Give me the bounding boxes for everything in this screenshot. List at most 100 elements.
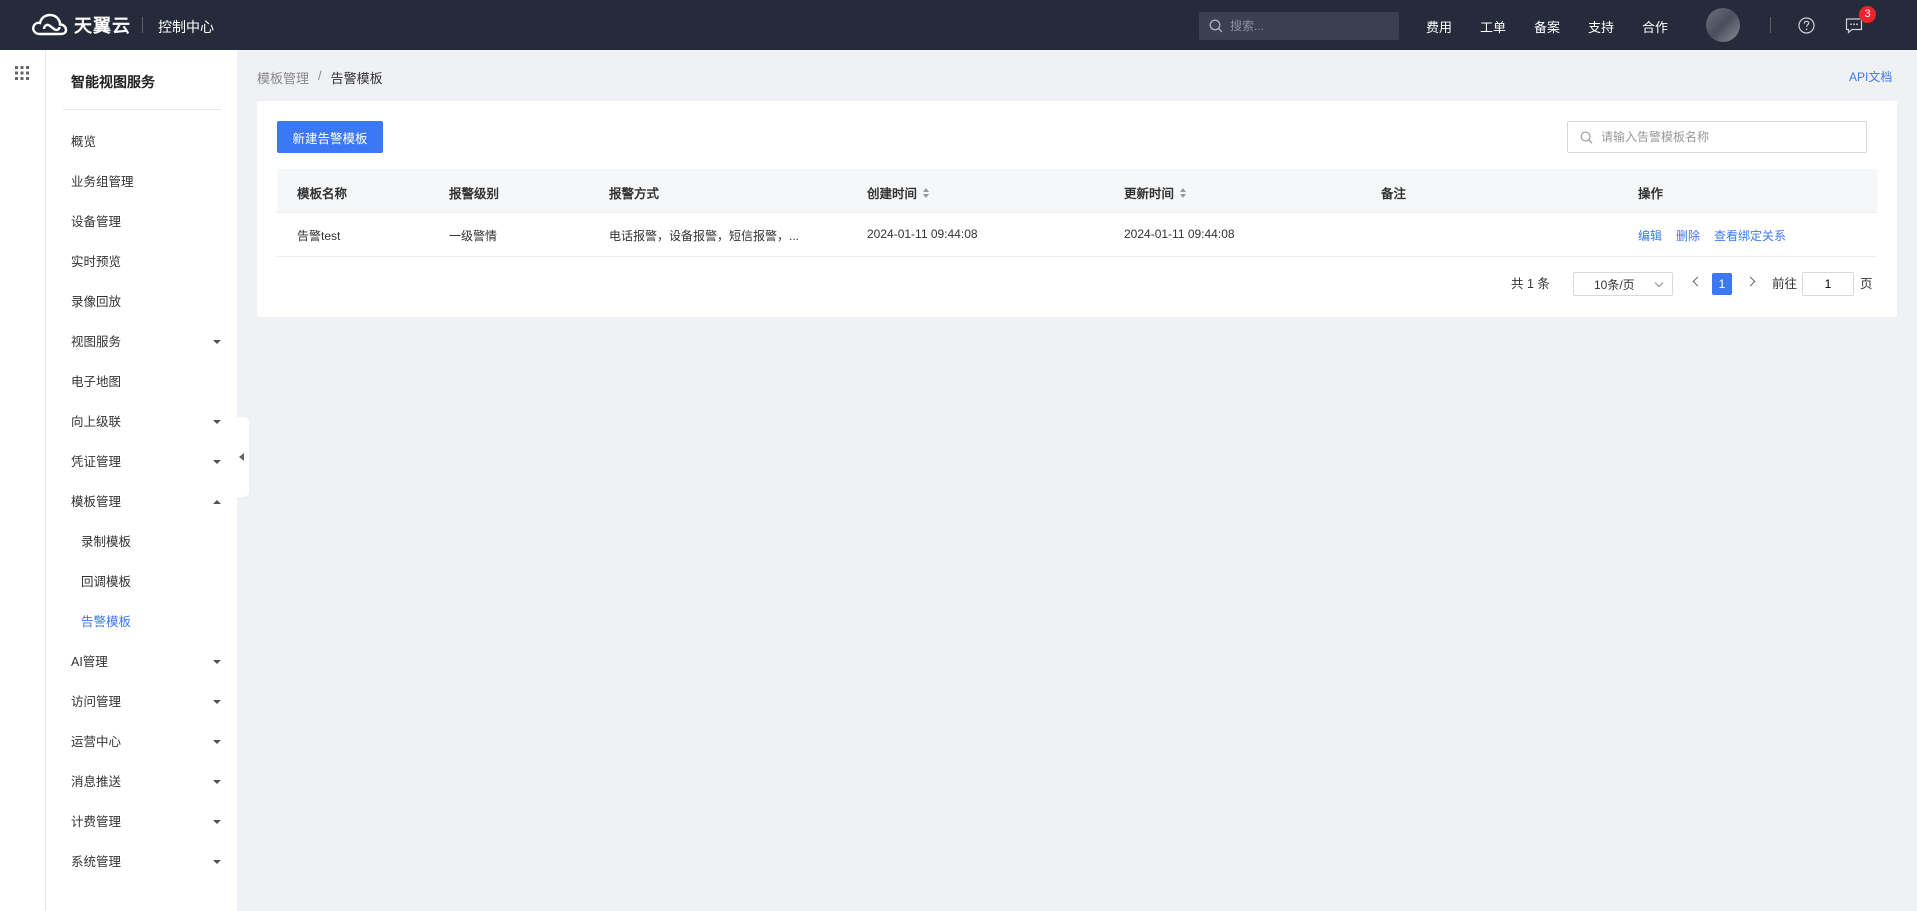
sidebar-item[interactable]: 系统管理 [71, 852, 221, 872]
sidebar-item-label: 视图服务 [71, 335, 122, 349]
sidebar-item[interactable]: 告警模板 [81, 612, 231, 632]
cloud-logo-icon [32, 13, 68, 36]
template-list-card: 新建告警模板 模板名称 报警级别 报警方式 创建时间 更新时间 备注 操作 告警… [257, 101, 1897, 317]
sidebar-item-label: 模板管理 [71, 495, 122, 509]
breadcrumb-separator: / [318, 68, 322, 83]
help-icon[interactable] [1798, 17, 1815, 34]
search-icon [1580, 131, 1593, 143]
sidebar-item-label: 回调模板 [81, 575, 132, 589]
cell-template-name: 告警test [297, 229, 341, 243]
column-header-label: 模板名称 [297, 187, 348, 201]
header-divider-right [1770, 17, 1771, 33]
sort-icon[interactable] [1180, 187, 1187, 198]
caret-down-icon [213, 340, 221, 344]
column-header-updated[interactable]: 更新时间 [1124, 183, 1187, 202]
sidebar-item[interactable]: 访问管理 [71, 692, 221, 712]
column-header-level: 报警级别 [449, 183, 499, 202]
goto-prefix: 前往 [1772, 277, 1798, 291]
sidebar-item-label: 系统管理 [71, 855, 122, 869]
sidebar-item[interactable]: 设备管理 [71, 212, 221, 232]
global-search-input[interactable] [1230, 19, 1390, 33]
sidebar-item[interactable]: 业务组管理 [71, 172, 221, 192]
template-search-input[interactable] [1601, 130, 1851, 144]
column-header-label: 更新时间 [1124, 187, 1175, 201]
sidebar-item-label: 实时预览 [71, 255, 122, 269]
breadcrumb-parent[interactable]: 模板管理 [257, 68, 309, 87]
column-header-name: 模板名称 [297, 183, 347, 202]
caret-down-icon [213, 820, 221, 824]
nav-billing[interactable]: 费用 [1426, 17, 1452, 36]
caret-down-icon [213, 700, 221, 704]
sidebar-item[interactable]: AI管理 [71, 652, 221, 672]
nav-cooperation[interactable]: 合作 [1642, 17, 1668, 36]
sidebar-item-label: 访问管理 [71, 695, 122, 709]
cell-updated-time: 2024-01-11 09:44:08 [1124, 227, 1235, 241]
view-bindings-link[interactable]: 查看绑定关系 [1714, 227, 1786, 244]
caret-down-icon [213, 660, 221, 664]
column-header-label: 报警方式 [609, 187, 660, 201]
sidebar-item[interactable]: 凭证管理 [71, 452, 221, 472]
goto-page-input[interactable] [1802, 272, 1854, 296]
page-size-select[interactable]: 10条/页 [1573, 272, 1673, 296]
sidebar-item[interactable]: 视图服务 [71, 332, 221, 352]
caret-down-icon [213, 740, 221, 744]
console-title[interactable]: 控制中心 [158, 17, 214, 37]
sidebar: 智能视图服务 概览业务组管理设备管理实时预览录像回放视图服务电子地图向上级联凭证… [46, 50, 237, 911]
prev-page-icon[interactable] [1692, 276, 1703, 287]
sidebar-item-label: 电子地图 [71, 375, 122, 389]
breadcrumb-current: 告警模板 [330, 71, 383, 86]
breadcrumb: 模板管理 / 告警模板 [257, 68, 383, 87]
caret-down-icon [213, 420, 221, 424]
sidebar-item[interactable]: 录像回放 [71, 292, 221, 312]
sidebar-item-label: 告警模板 [81, 615, 132, 629]
column-header-label: 创建时间 [867, 187, 918, 201]
top-navigation-bar: 天翼云 控制中心 费用 工单 备案 支持 合作 3 [0, 0, 1917, 50]
sidebar-item[interactable]: 计费管理 [71, 812, 221, 832]
column-header-method: 报警方式 [609, 183, 659, 202]
sidebar-item-label: AI管理 [71, 655, 108, 669]
sort-icon[interactable] [923, 187, 930, 198]
brand-name: 天翼云 [74, 16, 131, 36]
caret-up-icon [213, 500, 221, 504]
sidebar-title: 智能视图服务 [71, 74, 155, 90]
sidebar-item[interactable]: 电子地图 [71, 372, 221, 392]
sidebar-item[interactable]: 实时预览 [71, 252, 221, 272]
sidebar-item[interactable]: 回调模板 [81, 572, 231, 592]
page-number-current[interactable]: 1 [1712, 273, 1732, 295]
nav-support[interactable]: 支持 [1588, 17, 1614, 36]
edit-link[interactable]: 编辑 [1638, 227, 1662, 244]
chevron-down-icon [1654, 278, 1664, 288]
column-header-created[interactable]: 创建时间 [867, 183, 930, 202]
global-search[interactable] [1199, 12, 1399, 40]
api-doc-link[interactable]: API文档 [1849, 68, 1892, 85]
nav-filing[interactable]: 备案 [1534, 17, 1560, 36]
caret-down-icon [213, 460, 221, 464]
product-rail [0, 50, 46, 911]
caret-down-icon [213, 780, 221, 784]
cell-alarm-method: 电话报警，设备报警，短信报警，... [609, 229, 800, 243]
column-header-remark: 备注 [1381, 183, 1406, 202]
sidebar-item-label: 计费管理 [71, 815, 122, 829]
header-divider [142, 17, 143, 33]
table-row: 告警test 一级警情 电话报警，设备报警，短信报警，... 2024-01-1… [277, 213, 1877, 257]
sidebar-item[interactable]: 消息推送 [71, 772, 221, 792]
sidebar-item[interactable]: 向上级联 [71, 412, 221, 432]
delete-link[interactable]: 删除 [1676, 227, 1700, 244]
sidebar-item-label: 录像回放 [71, 295, 122, 309]
new-alarm-template-button[interactable]: 新建告警模板 [277, 121, 383, 153]
next-page-icon[interactable] [1745, 276, 1756, 287]
notification-badge: 3 [1859, 6, 1876, 23]
template-search[interactable] [1567, 121, 1867, 153]
sidebar-item[interactable]: 录制模板 [81, 532, 231, 552]
sidebar-item[interactable]: 模板管理 [71, 492, 221, 512]
sidebar-item[interactable]: 运营中心 [71, 732, 221, 752]
column-header-label: 报警级别 [449, 187, 500, 201]
apps-grid-icon[interactable] [15, 66, 29, 80]
column-header-label: 备注 [1381, 187, 1407, 201]
avatar[interactable] [1706, 8, 1740, 42]
nav-tickets[interactable]: 工单 [1480, 17, 1506, 36]
sidebar-item[interactable]: 概览 [71, 132, 221, 152]
sidebar-collapse-handle[interactable] [237, 417, 249, 497]
cell-created-time: 2024-01-11 09:44:08 [867, 227, 978, 241]
logo[interactable]: 天翼云 [30, 11, 131, 39]
